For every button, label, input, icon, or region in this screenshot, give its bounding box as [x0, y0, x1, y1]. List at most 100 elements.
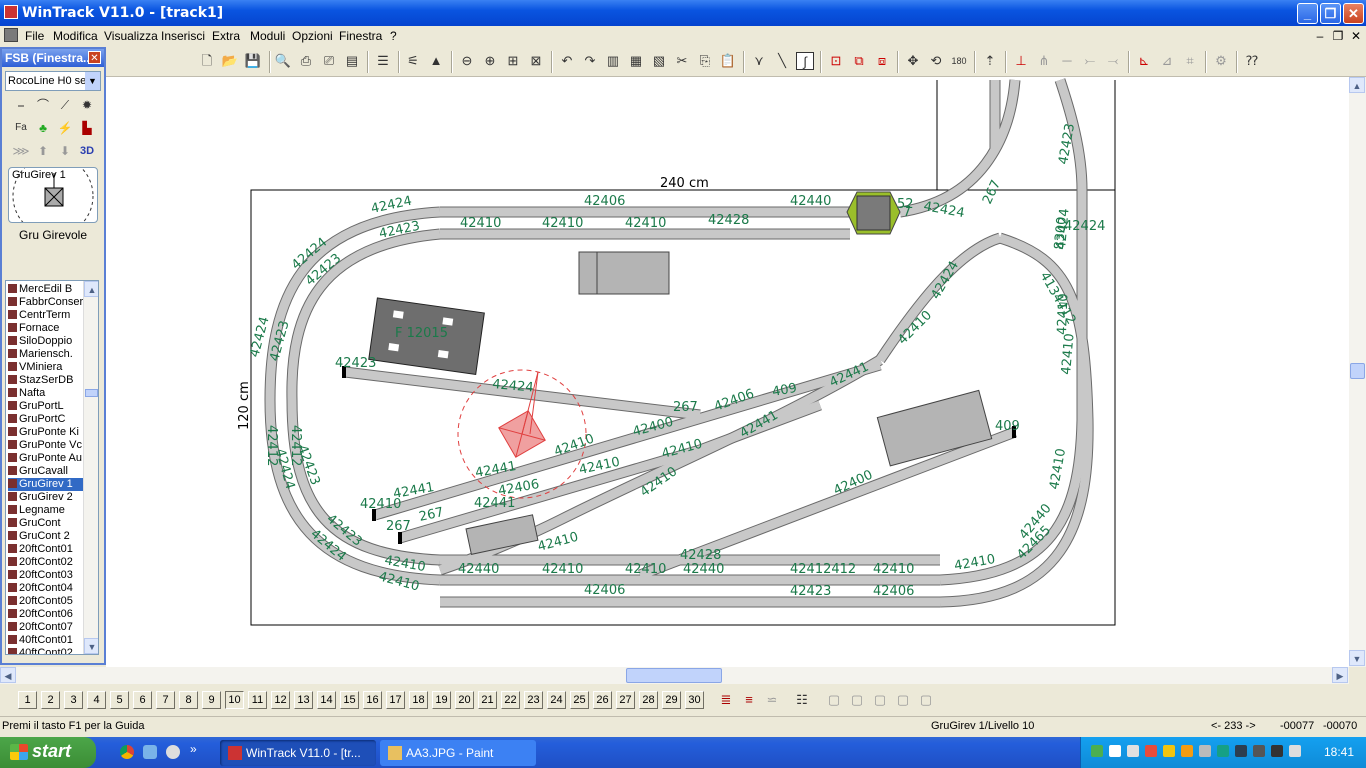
level-button-7[interactable]: 7 [156, 691, 175, 709]
turntable-icon[interactable]: ✹ [78, 96, 96, 114]
view-3-icon[interactable]: ▢ [871, 691, 889, 709]
mdi-minimize-icon[interactable]: ‒ [1312, 28, 1328, 44]
tray-icon-7[interactable] [1199, 745, 1211, 757]
track-plan[interactable]: 240 cm 120 cm F 12015 52 7 42424 42406 424… [106, 77, 1349, 667]
tree-icon[interactable]: ♣ [34, 119, 52, 137]
level-button-12[interactable]: 12 [271, 691, 290, 709]
horizontal-scroll-thumb[interactable] [626, 668, 722, 683]
curve-track-icon[interactable]: ⌒ [34, 96, 52, 114]
level-button-19[interactable]: 19 [432, 691, 451, 709]
view-5-icon[interactable]: ▢ [917, 691, 935, 709]
vertical-scroll-thumb[interactable] [1350, 363, 1365, 379]
minimize-button[interactable]: _ [1297, 3, 1318, 24]
tray-icon-8[interactable] [1217, 745, 1229, 757]
fsb-close-icon[interactable]: ✕ [88, 51, 101, 64]
layer-manager-icon[interactable]: ☷ [793, 691, 811, 709]
text-icon[interactable]: Fa [12, 119, 30, 137]
level-button-13[interactable]: 13 [294, 691, 313, 709]
monitor-icon[interactable] [1271, 745, 1283, 757]
straight-track-icon[interactable]: ⎯ [12, 96, 30, 114]
curve-tool-icon[interactable]: ∫ [796, 52, 814, 70]
list-item[interactable]: GruGirev 2 [8, 491, 84, 504]
list-item[interactable]: 40ftCont02 [8, 647, 84, 654]
level-button-5[interactable]: 5 [110, 691, 129, 709]
scroll-up-icon[interactable]: ▲ [84, 281, 98, 297]
disconnect-icon[interactable]: ⧈ [873, 52, 891, 70]
level-button-24[interactable]: 24 [547, 691, 566, 709]
zoom-out-icon[interactable]: ⊖ [458, 52, 476, 70]
level-button-30[interactable]: 30 [685, 691, 704, 709]
chevron-down-icon[interactable]: ▼ [85, 72, 100, 90]
list-item[interactable]: CentrTerm [8, 309, 84, 322]
context-help-icon[interactable]: ⁇ [1243, 52, 1261, 70]
tray-icon-1[interactable] [1091, 745, 1103, 757]
level-button-1[interactable]: 1 [18, 691, 37, 709]
menu-inserisci[interactable]: Inserisci [161, 29, 205, 43]
close-button[interactable]: ✕ [1343, 3, 1364, 24]
level-button-14[interactable]: 14 [317, 691, 336, 709]
split-icon[interactable]: ⤚ [1081, 52, 1099, 70]
group-icon[interactable]: ▦ [627, 52, 645, 70]
list-item[interactable]: StazSerDB [8, 374, 84, 387]
list-item[interactable]: GruPonte Au [8, 452, 84, 465]
view-2-icon[interactable]: ▢ [848, 691, 866, 709]
tray-icon-2[interactable] [1109, 745, 1121, 757]
volume-icon[interactable] [1289, 745, 1301, 757]
list-item[interactable]: 20ftCont04 [8, 582, 84, 595]
task-wintrack[interactable]: WinTrack V11.0 - [tr... [220, 740, 376, 766]
move-icon[interactable]: ✥ [904, 52, 922, 70]
lower-icon[interactable]: ⬇ [56, 142, 74, 160]
level-button-25[interactable]: 25 [570, 691, 589, 709]
copy-icon[interactable]: ⎘ [696, 52, 714, 70]
3d-view-icon[interactable]: 3D [78, 142, 96, 160]
level-button-21[interactable]: 21 [478, 691, 497, 709]
level-button-26[interactable]: 26 [593, 691, 612, 709]
list-item[interactable]: VMiniera [8, 361, 84, 374]
measure-3-icon[interactable]: ⌗ [1181, 52, 1199, 70]
level-button-10[interactable]: 10 [225, 691, 244, 709]
quicklaunch-icon[interactable] [143, 745, 157, 759]
undo-icon[interactable]: ↶ [558, 52, 576, 70]
save-icon[interactable]: 💾 [244, 52, 262, 70]
view-4-icon[interactable]: ▢ [894, 691, 912, 709]
print-setup-icon[interactable]: ⎚ [320, 52, 338, 70]
level-button-28[interactable]: 28 [639, 691, 658, 709]
measure-icon[interactable]: ⊾ [1135, 52, 1153, 70]
menu-visualizza[interactable]: Visualizza [104, 29, 158, 43]
layer-all-icon[interactable]: ≣ [717, 691, 735, 709]
list-item[interactable]: 20ftCont03 [8, 569, 84, 582]
list-item[interactable]: Nafta [8, 387, 84, 400]
zoom-window-icon[interactable]: ⊞ [504, 52, 522, 70]
list-item[interactable]: GruCavall [8, 465, 84, 478]
page-icon[interactable]: ▤ [343, 52, 361, 70]
new-icon[interactable]: 🗋 [198, 52, 216, 70]
level-button-16[interactable]: 16 [363, 691, 382, 709]
level-button-23[interactable]: 23 [524, 691, 543, 709]
redo-icon[interactable]: ↷ [581, 52, 599, 70]
building-small[interactable] [578, 251, 670, 295]
level-button-2[interactable]: 2 [41, 691, 60, 709]
list-item[interactable]: 20ftCont01 [8, 543, 84, 556]
list-item[interactable]: MercEdil B [8, 283, 84, 296]
document-icon[interactable] [4, 28, 18, 42]
scroll-down-icon[interactable]: ▼ [84, 638, 98, 654]
mdi-close-icon[interactable]: ✕ [1348, 28, 1364, 44]
open-icon[interactable]: 📂 [221, 52, 239, 70]
layout-canvas[interactable]: 240 cm 120 cm F 12015 52 7 42424 42406 424… [106, 77, 1349, 667]
list-item[interactable]: 20ftCont05 [8, 595, 84, 608]
level-button-20[interactable]: 20 [455, 691, 474, 709]
menu-help[interactable]: ? [390, 29, 397, 43]
paste-icon[interactable]: 📋 [719, 52, 737, 70]
vertical-scrollbar[interactable]: ▲ ▼ [1349, 77, 1366, 667]
track-check-icon[interactable]: ⊥ [1012, 52, 1030, 70]
mdi-restore-icon[interactable]: ❐ [1330, 28, 1346, 44]
ungroup-icon[interactable]: ▧ [650, 52, 668, 70]
list-item[interactable]: 20ftCont07 [8, 621, 84, 634]
scroll-left-icon[interactable]: ◀ [0, 667, 16, 683]
measure-2-icon[interactable]: ⊿ [1158, 52, 1176, 70]
menu-extra[interactable]: Extra [212, 29, 240, 43]
horizontal-scrollbar[interactable]: ◀ ▶ [0, 667, 1349, 684]
layers-icon[interactable]: ☰ [374, 52, 392, 70]
view-1-icon[interactable]: ▢ [825, 691, 843, 709]
straight-icon[interactable]: ─ [1058, 52, 1076, 70]
